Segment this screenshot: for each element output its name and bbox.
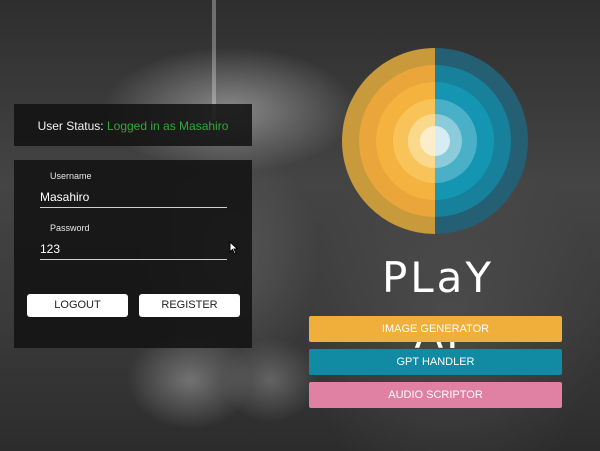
password-underline [40,259,227,260]
audio-scriptor-button[interactable]: AUDIO SCRIPTOR [309,382,562,408]
logout-button[interactable]: LOGOUT [27,294,128,317]
brand-title: PLaY AI [381,253,495,358]
user-status: User Status: Logged in as Masahiro [14,119,252,133]
password-label: Password [50,223,90,233]
gpt-handler-button[interactable]: GPT HANDLER [309,349,562,375]
register-button[interactable]: REGISTER [139,294,240,317]
username-label: Username [50,171,92,181]
username-underline [40,207,227,208]
play-ai-logo-icon [342,48,528,234]
password-field[interactable]: 123 [40,242,227,256]
username-field[interactable]: Masahiro [40,190,227,204]
user-status-panel: User Status: Logged in as Masahiro [14,104,252,146]
user-status-value: Logged in as Masahiro [106,119,229,133]
user-status-label: User Status: [37,119,104,133]
mouse-cursor-icon [229,241,239,255]
login-form: Username Masahiro Password 123 LOGOUT RE… [14,160,252,348]
image-generator-button[interactable]: IMAGE GENERATOR [309,316,562,342]
background-highlight [212,0,216,120]
